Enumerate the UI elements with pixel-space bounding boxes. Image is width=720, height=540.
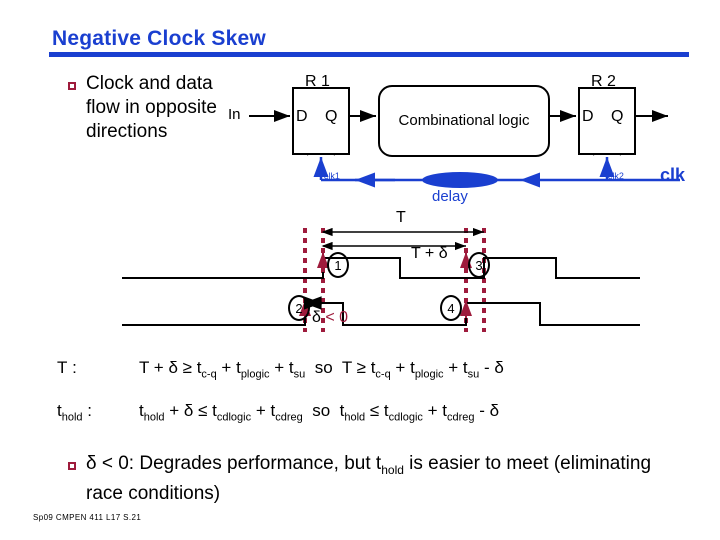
equation-1-label: T : (57, 358, 77, 377)
equation-1-body: T + δ ≥ tc-q + tplogic + tsu so T ≥ tc-q… (139, 358, 504, 381)
clock-source-label: clk (660, 165, 686, 185)
title-underline-rule (49, 52, 689, 57)
combinational-logic-label: Combinational logic (398, 112, 530, 129)
period-measure-label: T (396, 209, 406, 226)
bullet-square-icon (68, 82, 76, 90)
slide-canvas: Negative Clock Skew Clock and data flow … (0, 0, 720, 540)
timing-marker-1: 1 (327, 252, 349, 278)
clk1-arrival-label: tclk1 (320, 162, 340, 181)
skew-sign-label: δ < 0 (312, 309, 348, 327)
clk2-arrival-subscript: clk2 (607, 170, 624, 181)
register-r1-name: R 1 (305, 73, 330, 90)
timing-marker-2: 2 (288, 295, 310, 321)
page-title: Negative Clock Skew (52, 27, 266, 50)
clk1-arrival-subscript: clk1 (323, 170, 340, 181)
bullet-square-icon-2 (68, 462, 76, 470)
equation-2-body: thold + δ ≤ tcdlogic + tcdreg so thold ≤… (139, 401, 500, 424)
skew-symbol: δ (312, 309, 321, 326)
register-r1-d-pin: D (296, 108, 308, 125)
bullet-item-1-text: Clock and data flow in opposite directio… (86, 73, 217, 142)
skewed-period-measure-label: T + δ (411, 245, 448, 262)
timing-marker-4: 4 (440, 295, 462, 321)
register-r2-name: R 2 (591, 73, 616, 90)
clk2-arrival-label: tclk2 (604, 162, 624, 181)
timing-marker-3: 3 (468, 252, 490, 278)
slide-footer: Sp09 CMPEN 411 L17 S.21 (33, 513, 142, 522)
equation-2-label: thold : (57, 401, 92, 424)
combinational-logic-block: Combinational logic (378, 85, 550, 157)
register-r1-q-pin: Q (325, 108, 338, 125)
input-label: In (228, 106, 241, 123)
register-r2-d-pin: D (582, 108, 594, 125)
register-r2-q-pin: Q (611, 108, 624, 125)
delay-element-label: delay (432, 188, 468, 205)
skew-relation: < 0 (325, 309, 349, 326)
bullet-item-2-text: δ < 0: Degrades performance, but thold i… (86, 453, 652, 504)
